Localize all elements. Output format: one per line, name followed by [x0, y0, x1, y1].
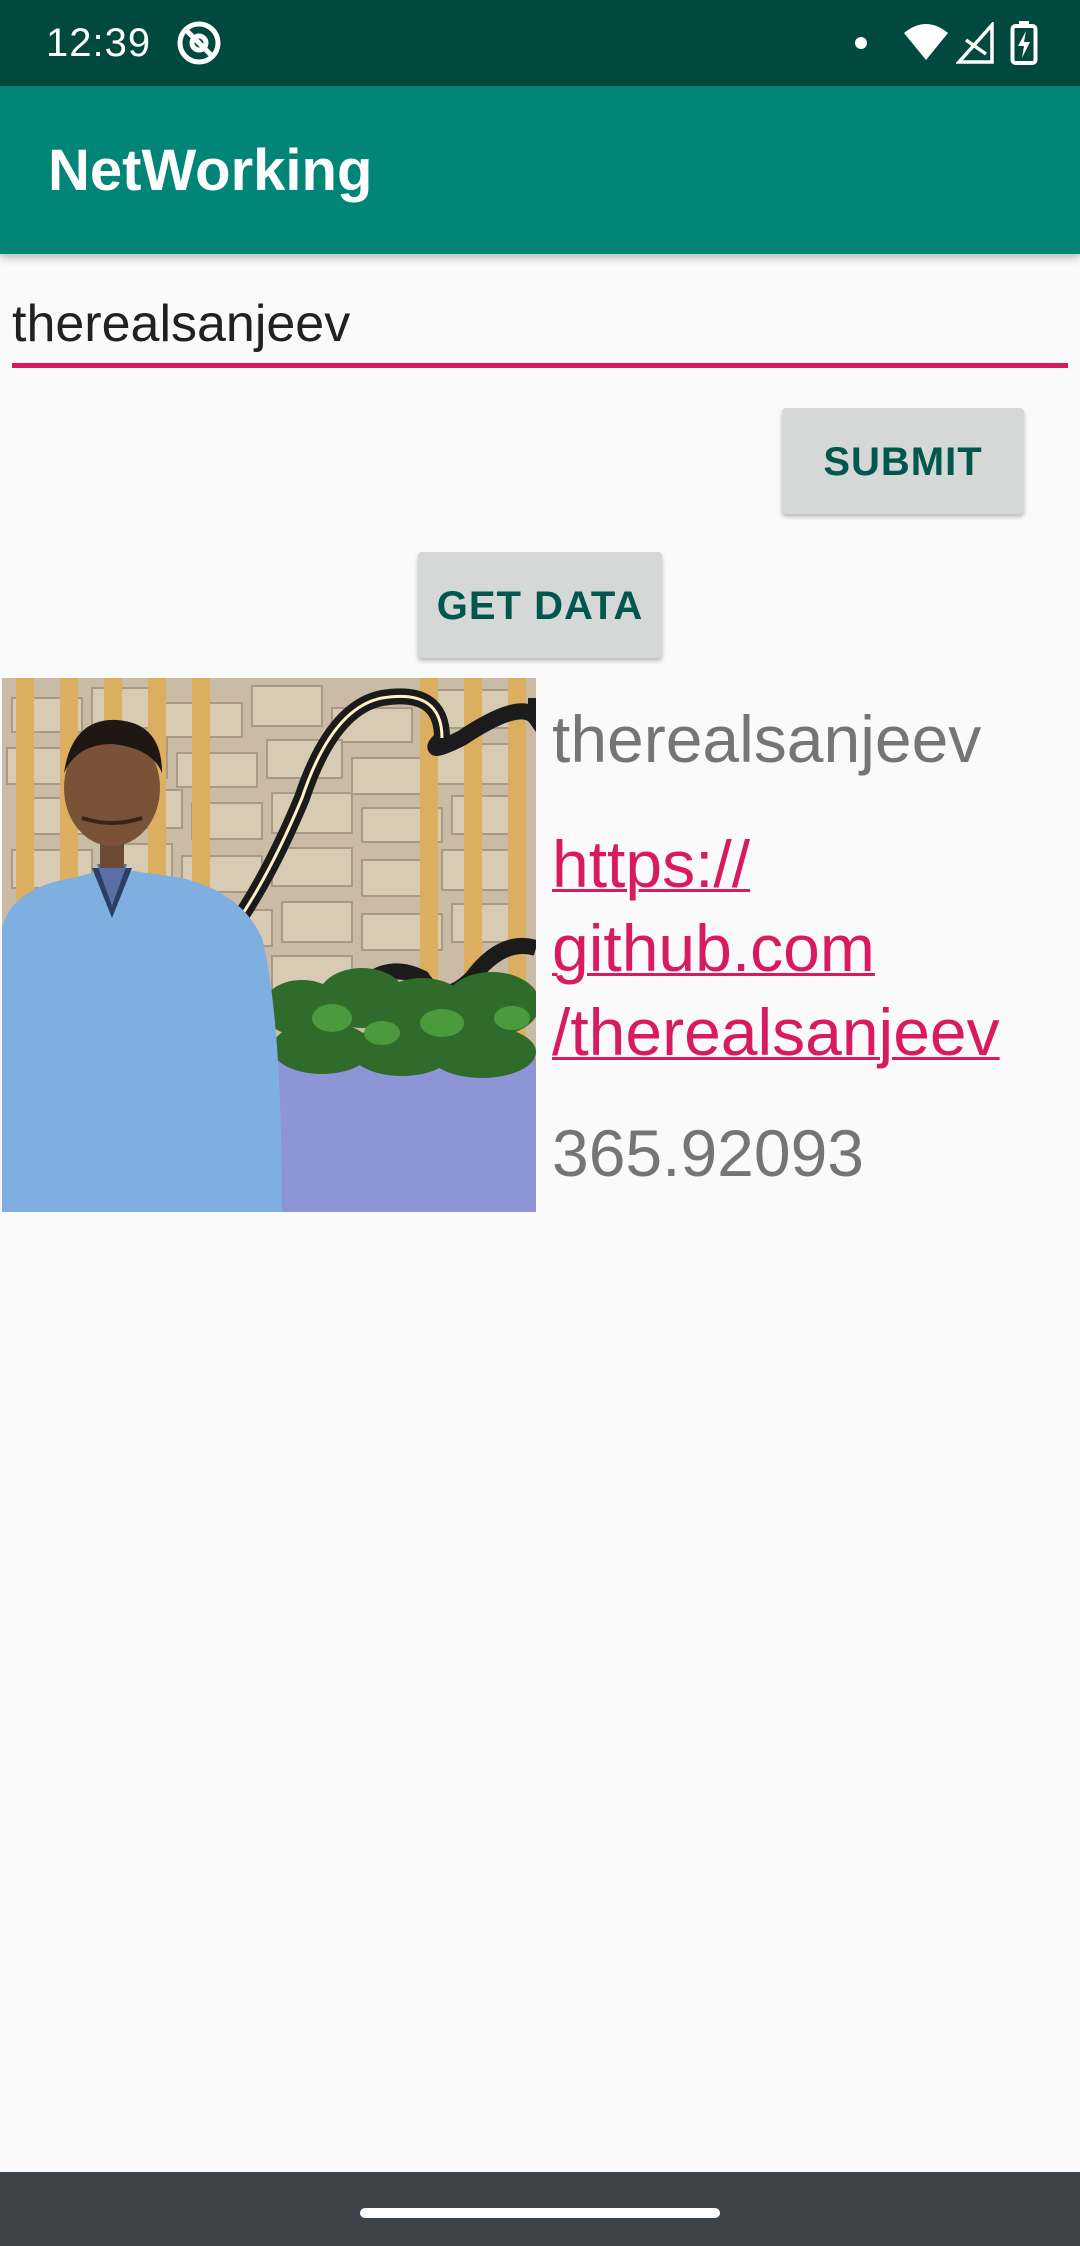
profile-score: 365.92093 — [552, 1116, 864, 1190]
get-data-button[interactable]: GET DATA — [418, 552, 662, 658]
profile-url-line-3: /therealsanjeev — [552, 995, 1000, 1069]
app-notification-icon — [177, 21, 221, 65]
battery-charging-icon — [1010, 21, 1038, 65]
app-title: NetWorking — [48, 138, 373, 203]
profile-avatar-image — [2, 678, 536, 1212]
profile-url-line-2: github.com — [552, 911, 875, 985]
app-bar: NetWorking — [0, 86, 1080, 254]
profile-name: therealsanjeev — [552, 702, 982, 776]
navigation-bar — [0, 2172, 1080, 2246]
profile-url-link[interactable]: https:// github.com /therealsanjeev — [552, 822, 1072, 1074]
status-bar: 12:39 — [0, 0, 1080, 86]
profile-url-line-1: https:// — [552, 827, 751, 901]
cell-signal-icon — [956, 22, 994, 64]
home-gesture-handle[interactable] — [360, 2208, 720, 2218]
status-time: 12:39 — [46, 21, 152, 65]
submit-button[interactable]: SUBMIT — [782, 408, 1024, 514]
username-input[interactable] — [12, 284, 1068, 368]
wifi-icon — [904, 24, 948, 60]
dot-icon — [855, 37, 867, 49]
